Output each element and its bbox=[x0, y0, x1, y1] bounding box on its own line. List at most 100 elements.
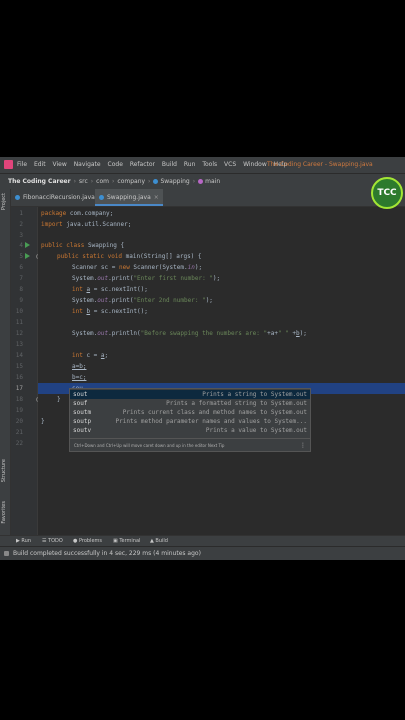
java-class-icon bbox=[99, 195, 104, 200]
run-tool-tab[interactable]: ▶ Run bbox=[16, 538, 31, 544]
menu-refactor[interactable]: Refactor bbox=[130, 161, 155, 168]
run-gutter-icon[interactable] bbox=[25, 253, 30, 259]
favorites-tool-tab[interactable]: Favorites bbox=[1, 501, 7, 524]
project-tool-tab[interactable]: Project bbox=[1, 193, 7, 210]
menu-file[interactable]: File bbox=[17, 161, 27, 168]
completion-item-soutm[interactable]: soutm Prints current class and method na… bbox=[70, 408, 310, 417]
completion-name: souf bbox=[73, 400, 88, 407]
code-line-9: System.out.print("Enter 2nd number: "); bbox=[72, 297, 213, 304]
terminal-tool-tab[interactable]: ▣ Terminal bbox=[113, 538, 140, 544]
status-bar: Build completed successfully in 4 sec, 2… bbox=[0, 546, 405, 560]
code-text: java.util.Scanner; bbox=[62, 221, 132, 228]
code-line-2: import java.util.Scanner; bbox=[41, 221, 131, 228]
menu-view[interactable]: View bbox=[53, 161, 67, 168]
keyword: class bbox=[62, 242, 85, 249]
code-text: Scanner sc = bbox=[72, 264, 119, 271]
menu-tools[interactable]: Tools bbox=[202, 161, 217, 168]
chevron-right-icon: › bbox=[111, 178, 115, 185]
breadcrumb-company[interactable]: company bbox=[117, 178, 145, 185]
code-text: .print( bbox=[108, 275, 134, 282]
code-text: ); bbox=[194, 264, 203, 271]
line-number: 7 bbox=[19, 275, 23, 282]
keyword: int bbox=[72, 308, 83, 315]
code-text: = sc.nextInt(); bbox=[90, 308, 148, 315]
line-number: 3 bbox=[19, 232, 23, 239]
line-number: 5 bbox=[19, 253, 23, 260]
code-text: Scanner(System. bbox=[129, 264, 188, 271]
breadcrumb-com[interactable]: com bbox=[96, 178, 109, 185]
line-number: 21 bbox=[15, 429, 23, 436]
code-text: b=c; bbox=[72, 374, 87, 381]
tab-swapping[interactable]: Swapping.java × bbox=[95, 189, 163, 206]
chevron-right-icon: › bbox=[90, 178, 94, 185]
line-number: 8 bbox=[19, 286, 23, 293]
intellij-logo-icon bbox=[4, 160, 13, 169]
code-text: +a+ bbox=[267, 330, 278, 337]
string-literal: "Enter 2nd number: " bbox=[133, 297, 206, 304]
code-text: System. bbox=[72, 330, 98, 337]
completion-item-soutp[interactable]: soutp Prints method parameter names and … bbox=[70, 417, 310, 426]
code-text: = sc.nextInt(); bbox=[90, 286, 148, 293]
code-text: com.company; bbox=[66, 210, 114, 217]
keyword: static bbox=[78, 253, 104, 260]
menu-navigate[interactable]: Navigate bbox=[74, 161, 101, 168]
menu-edit[interactable]: Edit bbox=[34, 161, 46, 168]
code-line-7: System.out.print("Enter first number: ")… bbox=[72, 275, 220, 282]
menu-build[interactable]: Build bbox=[162, 161, 177, 168]
left-tool-strip: Project Structure Favorites bbox=[0, 189, 11, 535]
completion-footer: Ctrl+Down and Ctrl+Up will move caret do… bbox=[70, 438, 310, 452]
code-line-4: public class Swapping { bbox=[41, 242, 124, 249]
tab-fibonacci-recursion[interactable]: FibonacciRecursion.java× bbox=[11, 189, 107, 206]
keyword: void bbox=[103, 253, 123, 260]
code-line-18: } bbox=[57, 396, 61, 403]
completion-name: soutv bbox=[73, 427, 92, 434]
breadcrumb-class[interactable]: Swapping bbox=[160, 178, 189, 185]
close-icon[interactable]: × bbox=[154, 194, 159, 201]
channel-logo: TCC bbox=[371, 177, 403, 209]
completion-item-soutv[interactable]: soutv Prints a value to System.out bbox=[70, 426, 310, 435]
more-options-icon[interactable]: ⋮ bbox=[300, 439, 306, 452]
code-editor[interactable]: package com.company; import java.util.Sc… bbox=[38, 207, 405, 535]
keyword: public bbox=[57, 253, 79, 260]
breadcrumb-project[interactable]: The Coding Career bbox=[8, 178, 71, 185]
build-tool-tab[interactable]: ▲ Build bbox=[150, 538, 168, 544]
structure-tool-tab[interactable]: Structure bbox=[1, 459, 7, 482]
line-number: 9 bbox=[19, 297, 23, 304]
chevron-right-icon: › bbox=[192, 178, 196, 185]
completion-item-sout[interactable]: sout Prints a string to System.out bbox=[70, 390, 310, 399]
line-number: 18 bbox=[15, 396, 23, 403]
chevron-right-icon: › bbox=[148, 178, 151, 185]
status-text: Build completed successfully in 4 sec, 2… bbox=[13, 550, 201, 557]
problems-tool-tab[interactable]: ● Problems bbox=[73, 538, 102, 544]
breadcrumb-method[interactable]: main bbox=[205, 178, 220, 185]
line-number: 13 bbox=[15, 341, 23, 348]
breadcrumb-src[interactable]: src bbox=[79, 178, 88, 185]
menu-vcs[interactable]: VCS bbox=[224, 161, 236, 168]
java-class-icon bbox=[15, 195, 20, 200]
code-line-14: int c = a; bbox=[72, 352, 108, 359]
line-number: 20 bbox=[15, 418, 23, 425]
ide-window: File Edit View Navigate Code Refactor Bu… bbox=[0, 157, 405, 560]
keyword: int bbox=[72, 352, 83, 359]
completion-item-souf[interactable]: souf Prints a formatted string to System… bbox=[70, 399, 310, 408]
menu-window[interactable]: Window bbox=[243, 161, 267, 168]
completion-desc: Prints a formatted string to System.out bbox=[166, 400, 307, 407]
keyword: new bbox=[118, 264, 130, 271]
completion-name: soutp bbox=[73, 418, 92, 425]
class-icon bbox=[153, 179, 159, 184]
menu-code[interactable]: Code bbox=[108, 161, 123, 168]
menu-run[interactable]: Run bbox=[184, 161, 196, 168]
code-line-20: } bbox=[41, 418, 45, 425]
code-text: ); bbox=[212, 275, 221, 282]
completion-tip[interactable]: Ctrl+Down and Ctrl+Up will move caret do… bbox=[74, 439, 224, 452]
method-icon bbox=[198, 179, 204, 184]
todo-tool-tab[interactable]: ☰ TODO bbox=[42, 538, 63, 544]
keyword: public bbox=[41, 242, 63, 249]
line-gutter[interactable]: 1 2 3 4 5 6 7 8 9 10 11 12 13 14 15 16 1… bbox=[11, 207, 41, 535]
run-gutter-icon[interactable] bbox=[25, 242, 30, 248]
line-number: 16 bbox=[15, 374, 23, 381]
completion-desc: Prints method parameter names and values… bbox=[115, 418, 307, 425]
completion-desc: Prints a value to System.out bbox=[205, 427, 307, 434]
static-field: out bbox=[97, 297, 109, 304]
code-line-1: package com.company; bbox=[41, 210, 113, 217]
